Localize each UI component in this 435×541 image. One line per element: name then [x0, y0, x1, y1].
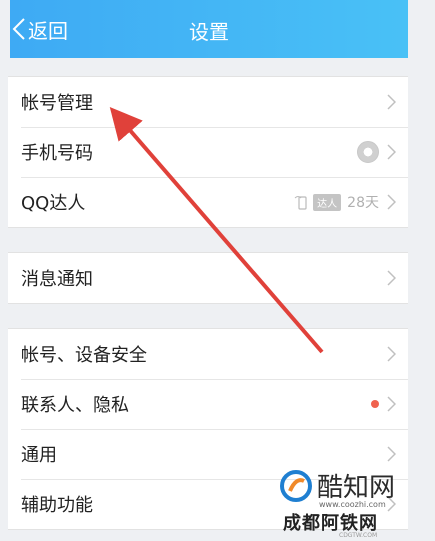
coozhi-logo-icon — [280, 469, 312, 502]
item-label: QQ达人 — [21, 193, 86, 214]
watermark-brand: 酷知网 — [317, 473, 396, 503]
item-label: 手机号码 — [21, 143, 93, 164]
phone-number-item[interactable]: 手机号码 — [8, 127, 408, 177]
item-label: 消息通知 — [21, 269, 93, 290]
message-notification-item[interactable]: 消息通知 — [8, 253, 408, 303]
account-device-security-item[interactable]: 帐号、设备安全 — [8, 329, 408, 379]
settings-group-notification: 消息通知 — [8, 252, 408, 304]
daren-badge: 达人 — [313, 193, 342, 211]
watermark-url: www.coozhi.com — [319, 500, 386, 509]
navigation-bar: 返回 设置 — [10, 0, 408, 58]
chevron-right-icon — [387, 346, 396, 362]
item-label: 帐号管理 — [21, 93, 93, 114]
chevron-right-icon — [387, 194, 396, 210]
item-label: 联系人、隐私 — [21, 395, 129, 416]
chevron-right-icon — [387, 144, 396, 160]
red-dot-badge — [371, 400, 379, 408]
contacts-privacy-item[interactable]: 联系人、隐私 — [8, 379, 408, 429]
qq-daren-item[interactable]: QQ达人 达人 28天 — [8, 177, 408, 227]
daren-days: 28天 — [347, 195, 379, 211]
chevron-right-icon — [387, 396, 396, 412]
chevron-right-icon — [387, 446, 396, 462]
watermark: 酷知网 www.coozhi.com 成都阿铁网 CDGTW.COM — [279, 467, 429, 539]
chevron-right-icon — [387, 270, 396, 286]
chevron-right-icon — [387, 94, 396, 110]
account-management-item[interactable]: 帐号管理 — [8, 77, 408, 127]
phone-device-icon — [294, 196, 307, 210]
page-title: 设置 — [189, 20, 229, 44]
watermark-secondary-url: CDGTW.COM — [339, 532, 378, 539]
item-label: 帐号、设备安全 — [21, 345, 147, 366]
item-label: 通用 — [21, 445, 57, 466]
settings-group-account: 帐号管理 手机号码 QQ达人 达人 28天 — [8, 76, 408, 228]
loading-spinner-icon — [357, 141, 379, 163]
